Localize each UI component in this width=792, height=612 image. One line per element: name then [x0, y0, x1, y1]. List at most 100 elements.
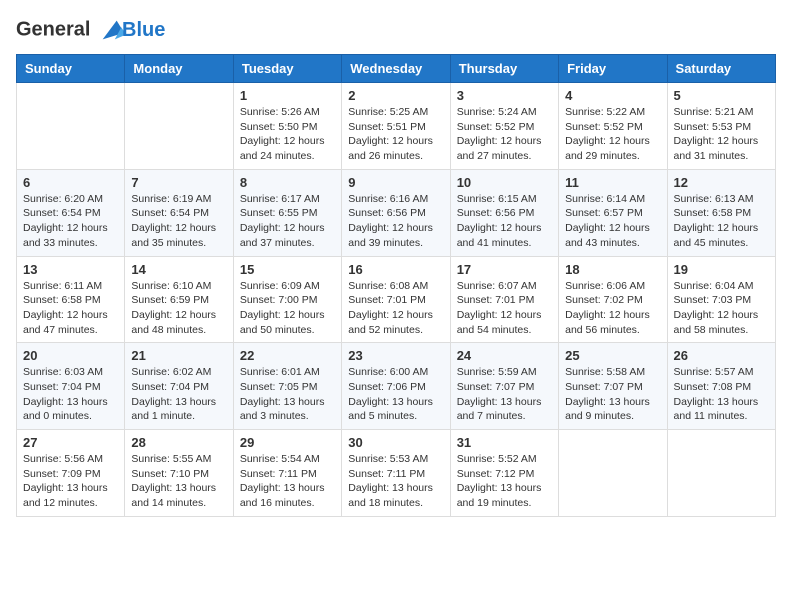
sunset-text: Sunset: 7:08 PM	[674, 381, 752, 393]
sunrise-text: Sunrise: 6:10 AM	[131, 280, 211, 292]
daylight-text: Daylight: 13 hours and 19 minutes.	[457, 482, 542, 509]
calendar-table: SundayMondayTuesdayWednesdayThursdayFrid…	[16, 54, 776, 517]
cell-content: Sunrise: 5:26 AM Sunset: 5:50 PM Dayligh…	[240, 105, 335, 164]
calendar-cell	[667, 430, 775, 517]
sunset-text: Sunset: 7:11 PM	[348, 468, 425, 480]
weekday-header-row: SundayMondayTuesdayWednesdayThursdayFrid…	[17, 55, 776, 83]
calendar-cell: 14 Sunrise: 6:10 AM Sunset: 6:59 PM Dayl…	[125, 256, 233, 343]
weekday-header-cell: Wednesday	[342, 55, 450, 83]
calendar-cell: 20 Sunrise: 6:03 AM Sunset: 7:04 PM Dayl…	[17, 343, 125, 430]
page-header: General Blue	[16, 16, 776, 44]
daylight-text: Daylight: 12 hours and 33 minutes.	[23, 222, 108, 249]
calendar-cell: 1 Sunrise: 5:26 AM Sunset: 5:50 PM Dayli…	[233, 83, 341, 170]
cell-content: Sunrise: 6:11 AM Sunset: 6:58 PM Dayligh…	[23, 279, 118, 338]
daylight-text: Daylight: 13 hours and 7 minutes.	[457, 396, 542, 423]
daylight-text: Daylight: 13 hours and 18 minutes.	[348, 482, 433, 509]
sunrise-text: Sunrise: 6:02 AM	[131, 366, 211, 378]
sunset-text: Sunset: 7:04 PM	[131, 381, 209, 393]
day-number: 15	[240, 262, 335, 277]
sunrise-text: Sunrise: 6:11 AM	[23, 280, 102, 292]
sunset-text: Sunset: 7:03 PM	[674, 294, 752, 306]
sunset-text: Sunset: 5:52 PM	[565, 121, 643, 133]
day-number: 8	[240, 175, 335, 190]
daylight-text: Daylight: 12 hours and 43 minutes.	[565, 222, 650, 249]
calendar-cell: 18 Sunrise: 6:06 AM Sunset: 7:02 PM Dayl…	[559, 256, 667, 343]
cell-content: Sunrise: 6:20 AM Sunset: 6:54 PM Dayligh…	[23, 192, 118, 251]
daylight-text: Daylight: 12 hours and 54 minutes.	[457, 309, 542, 336]
daylight-text: Daylight: 12 hours and 35 minutes.	[131, 222, 216, 249]
calendar-cell: 4 Sunrise: 5:22 AM Sunset: 5:52 PM Dayli…	[559, 83, 667, 170]
cell-content: Sunrise: 5:52 AM Sunset: 7:12 PM Dayligh…	[457, 452, 552, 511]
sunrise-text: Sunrise: 5:56 AM	[23, 453, 103, 465]
sunset-text: Sunset: 5:53 PM	[674, 121, 752, 133]
day-number: 13	[23, 262, 118, 277]
calendar-cell: 26 Sunrise: 5:57 AM Sunset: 7:08 PM Dayl…	[667, 343, 775, 430]
cell-content: Sunrise: 5:59 AM Sunset: 7:07 PM Dayligh…	[457, 365, 552, 424]
cell-content: Sunrise: 6:03 AM Sunset: 7:04 PM Dayligh…	[23, 365, 118, 424]
sunrise-text: Sunrise: 6:04 AM	[674, 280, 754, 292]
day-number: 17	[457, 262, 552, 277]
calendar-cell: 8 Sunrise: 6:17 AM Sunset: 6:55 PM Dayli…	[233, 169, 341, 256]
calendar-cell: 3 Sunrise: 5:24 AM Sunset: 5:52 PM Dayli…	[450, 83, 558, 170]
day-number: 18	[565, 262, 660, 277]
day-number: 25	[565, 348, 660, 363]
day-number: 10	[457, 175, 552, 190]
daylight-text: Daylight: 13 hours and 1 minute.	[131, 396, 216, 423]
cell-content: Sunrise: 5:58 AM Sunset: 7:07 PM Dayligh…	[565, 365, 660, 424]
calendar-cell: 30 Sunrise: 5:53 AM Sunset: 7:11 PM Dayl…	[342, 430, 450, 517]
day-number: 3	[457, 88, 552, 103]
weekday-header-cell: Thursday	[450, 55, 558, 83]
cell-content: Sunrise: 6:00 AM Sunset: 7:06 PM Dayligh…	[348, 365, 443, 424]
sunrise-text: Sunrise: 5:24 AM	[457, 106, 537, 118]
calendar-cell	[559, 430, 667, 517]
sunset-text: Sunset: 6:54 PM	[131, 207, 209, 219]
cell-content: Sunrise: 6:08 AM Sunset: 7:01 PM Dayligh…	[348, 279, 443, 338]
calendar-cell: 12 Sunrise: 6:13 AM Sunset: 6:58 PM Dayl…	[667, 169, 775, 256]
day-number: 7	[131, 175, 226, 190]
day-number: 29	[240, 435, 335, 450]
day-number: 31	[457, 435, 552, 450]
daylight-text: Daylight: 12 hours and 47 minutes.	[23, 309, 108, 336]
sunrise-text: Sunrise: 6:01 AM	[240, 366, 320, 378]
cell-content: Sunrise: 5:22 AM Sunset: 5:52 PM Dayligh…	[565, 105, 660, 164]
cell-content: Sunrise: 5:21 AM Sunset: 5:53 PM Dayligh…	[674, 105, 769, 164]
sunrise-text: Sunrise: 6:09 AM	[240, 280, 320, 292]
calendar-cell: 23 Sunrise: 6:00 AM Sunset: 7:06 PM Dayl…	[342, 343, 450, 430]
sunrise-text: Sunrise: 6:19 AM	[131, 193, 211, 205]
weekday-header-cell: Tuesday	[233, 55, 341, 83]
daylight-text: Daylight: 12 hours and 58 minutes.	[674, 309, 759, 336]
sunrise-text: Sunrise: 5:59 AM	[457, 366, 537, 378]
daylight-text: Daylight: 13 hours and 14 minutes.	[131, 482, 216, 509]
day-number: 26	[674, 348, 769, 363]
day-number: 20	[23, 348, 118, 363]
calendar-cell	[125, 83, 233, 170]
calendar-cell: 13 Sunrise: 6:11 AM Sunset: 6:58 PM Dayl…	[17, 256, 125, 343]
daylight-text: Daylight: 12 hours and 24 minutes.	[240, 135, 325, 162]
day-number: 28	[131, 435, 226, 450]
sunrise-text: Sunrise: 5:54 AM	[240, 453, 320, 465]
calendar-cell: 16 Sunrise: 6:08 AM Sunset: 7:01 PM Dayl…	[342, 256, 450, 343]
sunrise-text: Sunrise: 5:25 AM	[348, 106, 428, 118]
sunset-text: Sunset: 7:06 PM	[348, 381, 426, 393]
calendar-week-row: 20 Sunrise: 6:03 AM Sunset: 7:04 PM Dayl…	[17, 343, 776, 430]
cell-content: Sunrise: 5:53 AM Sunset: 7:11 PM Dayligh…	[348, 452, 443, 511]
day-number: 5	[674, 88, 769, 103]
sunrise-text: Sunrise: 5:58 AM	[565, 366, 645, 378]
sunrise-text: Sunrise: 6:06 AM	[565, 280, 645, 292]
calendar-cell: 6 Sunrise: 6:20 AM Sunset: 6:54 PM Dayli…	[17, 169, 125, 256]
sunrise-text: Sunrise: 6:15 AM	[457, 193, 537, 205]
sunset-text: Sunset: 7:02 PM	[565, 294, 643, 306]
sunset-text: Sunset: 5:50 PM	[240, 121, 318, 133]
calendar-week-row: 1 Sunrise: 5:26 AM Sunset: 5:50 PM Dayli…	[17, 83, 776, 170]
sunset-text: Sunset: 7:12 PM	[457, 468, 535, 480]
daylight-text: Daylight: 12 hours and 27 minutes.	[457, 135, 542, 162]
weekday-header-cell: Sunday	[17, 55, 125, 83]
weekday-header-cell: Friday	[559, 55, 667, 83]
day-number: 23	[348, 348, 443, 363]
daylight-text: Daylight: 12 hours and 29 minutes.	[565, 135, 650, 162]
cell-content: Sunrise: 5:55 AM Sunset: 7:10 PM Dayligh…	[131, 452, 226, 511]
sunset-text: Sunset: 5:52 PM	[457, 121, 535, 133]
daylight-text: Daylight: 13 hours and 16 minutes.	[240, 482, 325, 509]
cell-content: Sunrise: 5:56 AM Sunset: 7:09 PM Dayligh…	[23, 452, 118, 511]
cell-content: Sunrise: 6:04 AM Sunset: 7:03 PM Dayligh…	[674, 279, 769, 338]
